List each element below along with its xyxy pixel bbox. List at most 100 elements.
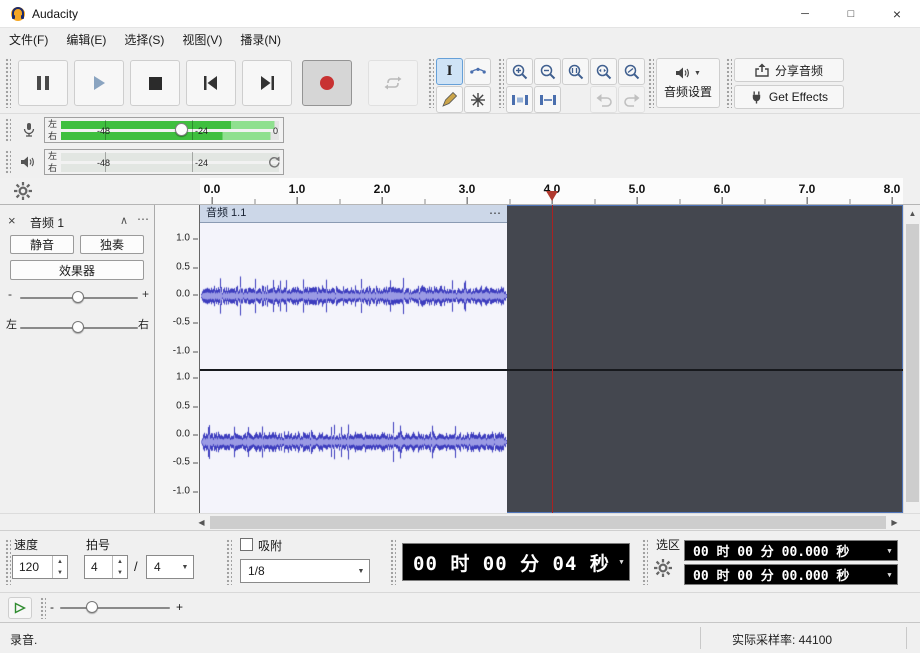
speed-slider-thumb[interactable]	[86, 601, 98, 613]
track-name[interactable]: 音频 1	[30, 214, 64, 231]
track-menu-button[interactable]: ⋯	[137, 212, 149, 226]
play-button[interactable]	[74, 60, 124, 106]
spin-up-icon[interactable]: ▲	[53, 556, 67, 567]
vertical-scrollbar[interactable]: ▲ ▼	[903, 205, 920, 530]
trim-audio-button[interactable]	[506, 86, 533, 113]
fit-selection-button[interactable]	[562, 58, 589, 85]
playback-meter[interactable]: 左 右 -48 -24	[44, 149, 284, 175]
audio-position-display[interactable]: 00 时 00 分 04 秒 ▼	[402, 543, 630, 581]
playhead-marker[interactable]	[546, 191, 558, 201]
pan-slider-thumb[interactable]	[72, 321, 84, 333]
tempo-spinner[interactable]: 120 ▲▼	[12, 555, 68, 579]
zoom-in-button[interactable]	[506, 58, 533, 85]
draw-tool-button[interactable]	[436, 86, 463, 113]
scroll-right-arrow[interactable]: ▶	[886, 514, 903, 531]
menu-item-file[interactable]: 文件(F)	[0, 28, 57, 52]
recording-volume-thumb[interactable]	[175, 123, 188, 136]
zoom-out-button[interactable]	[534, 58, 561, 85]
multi-tool-button[interactable]	[464, 86, 491, 113]
amp-label: -0.5	[173, 317, 190, 328]
amp-label: 0.0	[176, 289, 190, 300]
recording-meter-grip[interactable]	[5, 118, 11, 142]
record-button[interactable]	[302, 60, 352, 106]
vertical-amplitude-ruler[interactable]: 1.0 0.5 0.0 -0.5 -1.0 1.0 0.5 0.0 -0.5 -…	[155, 205, 200, 513]
dropdown-icon[interactable]: ▼	[882, 547, 897, 555]
audio-setup-grip[interactable]	[648, 58, 654, 108]
menu-item-view[interactable]: 视图(V)	[173, 28, 231, 52]
zoom-toggle-button[interactable]	[618, 58, 645, 85]
effects-button[interactable]: 效果器	[10, 260, 144, 280]
playback-meter-grip[interactable]	[5, 150, 11, 174]
minimize-button[interactable]: ─	[782, 0, 828, 28]
audio-clip[interactable]: 音频 1.1 ⋯	[200, 205, 507, 513]
transport-toolbar-grip[interactable]	[5, 58, 11, 108]
horizontal-scrollbar[interactable]: ◀ ▶	[0, 513, 920, 530]
recording-meter[interactable]: 左 右 -48 -24 0	[44, 117, 284, 143]
scroll-left-arrow[interactable]: ◀	[193, 514, 210, 531]
selection-gear-icon[interactable]	[654, 559, 672, 577]
skip-to-end-button[interactable]	[242, 60, 292, 106]
close-button[interactable]: ×	[874, 0, 920, 28]
timesig-upper-value[interactable]: 4	[85, 556, 112, 578]
timesig-lower-select[interactable]: 4 ▼	[146, 555, 194, 579]
vertical-scroll-thumb[interactable]	[906, 224, 919, 502]
time-toolbar-grip[interactable]	[5, 539, 11, 585]
clip-menu-button[interactable]: ⋯	[489, 205, 501, 222]
horizontal-scroll-thumb[interactable]	[210, 516, 886, 529]
stop-button[interactable]	[130, 60, 180, 106]
selection-start-field[interactable]: 00 时 00 分 00.000 秒 ▼	[684, 540, 898, 561]
loop-button[interactable]	[368, 60, 418, 106]
selection-tool-button[interactable]: I	[436, 58, 463, 85]
menu-item-select[interactable]: 选择(S)	[115, 28, 173, 52]
tempo-value[interactable]: 120	[13, 556, 52, 578]
audio-setup-button[interactable]: ▼ 音频设置	[656, 58, 720, 108]
dropdown-icon[interactable]: ▼	[614, 558, 629, 566]
speed-slider[interactable]	[60, 607, 170, 609]
tools-toolbar-grip[interactable]	[428, 58, 434, 108]
pause-button[interactable]	[18, 60, 68, 106]
sample-rate-text: 实际采样率: 44100	[732, 631, 832, 648]
selection-toolbar-grip[interactable]	[390, 539, 396, 585]
gain-slider-thumb[interactable]	[72, 291, 84, 303]
snap-toolbar-grip[interactable]	[226, 539, 232, 585]
snap-checkbox[interactable]	[240, 538, 253, 551]
menu-item-edit[interactable]: 编辑(E)	[57, 28, 115, 52]
timeline-options-area	[0, 178, 200, 205]
solo-button[interactable]: 独奏	[80, 235, 144, 254]
get-effects-button[interactable]: Get Effects	[734, 85, 844, 109]
snap-select[interactable]: 1/8 ▼	[240, 559, 370, 583]
menu-item-transport[interactable]: 播录(N)	[231, 28, 290, 52]
speed-slider-grip[interactable]	[40, 597, 46, 619]
fit-project-button[interactable]	[590, 58, 617, 85]
spin-down-icon[interactable]: ▼	[113, 567, 127, 578]
waveform-channel-left[interactable]	[200, 223, 507, 369]
play-at-speed-button[interactable]	[8, 597, 32, 619]
undo-button[interactable]	[590, 86, 617, 113]
silence-audio-button[interactable]	[534, 86, 561, 113]
skip-to-start-button[interactable]	[186, 60, 236, 106]
spin-down-icon[interactable]: ▼	[53, 567, 67, 578]
dropdown-icon[interactable]: ▼	[882, 571, 897, 579]
redo-button[interactable]	[618, 86, 645, 113]
envelope-tool-button[interactable]	[464, 58, 491, 85]
edit-toolbar-grip[interactable]	[498, 58, 504, 108]
speed-minus-label: -	[50, 600, 54, 614]
share-toolbar-grip[interactable]	[726, 58, 732, 108]
scroll-up-arrow[interactable]: ▲	[904, 205, 920, 222]
track-close-button[interactable]: ×	[8, 213, 16, 228]
ruler-tick-5: 5.0	[629, 182, 646, 196]
share-audio-button[interactable]: 分享音频	[734, 58, 844, 82]
timesig-upper-spinner[interactable]: 4 ▲▼	[84, 555, 128, 579]
track-collapse-button[interactable]: ∧	[120, 214, 128, 227]
clip-header[interactable]: 音频 1.1 ⋯	[200, 205, 507, 223]
play-icon	[91, 75, 107, 91]
waveform-channel-right[interactable]	[200, 371, 507, 513]
maximize-button[interactable]: □	[828, 0, 874, 28]
timeline-gear-icon[interactable]	[14, 182, 32, 200]
meter-refresh-icon	[267, 156, 280, 169]
timeline-ruler[interactable]: 0.0 1.0 2.0 3.0 4.0 5.0 6.0 7.0 8.0	[200, 178, 903, 205]
selection-end-field[interactable]: 00 时 00 分 00.000 秒 ▼	[684, 564, 898, 585]
selection-fields-grip[interactable]	[642, 539, 648, 585]
mute-button[interactable]: 静音	[10, 235, 74, 254]
spin-up-icon[interactable]: ▲	[113, 556, 127, 567]
